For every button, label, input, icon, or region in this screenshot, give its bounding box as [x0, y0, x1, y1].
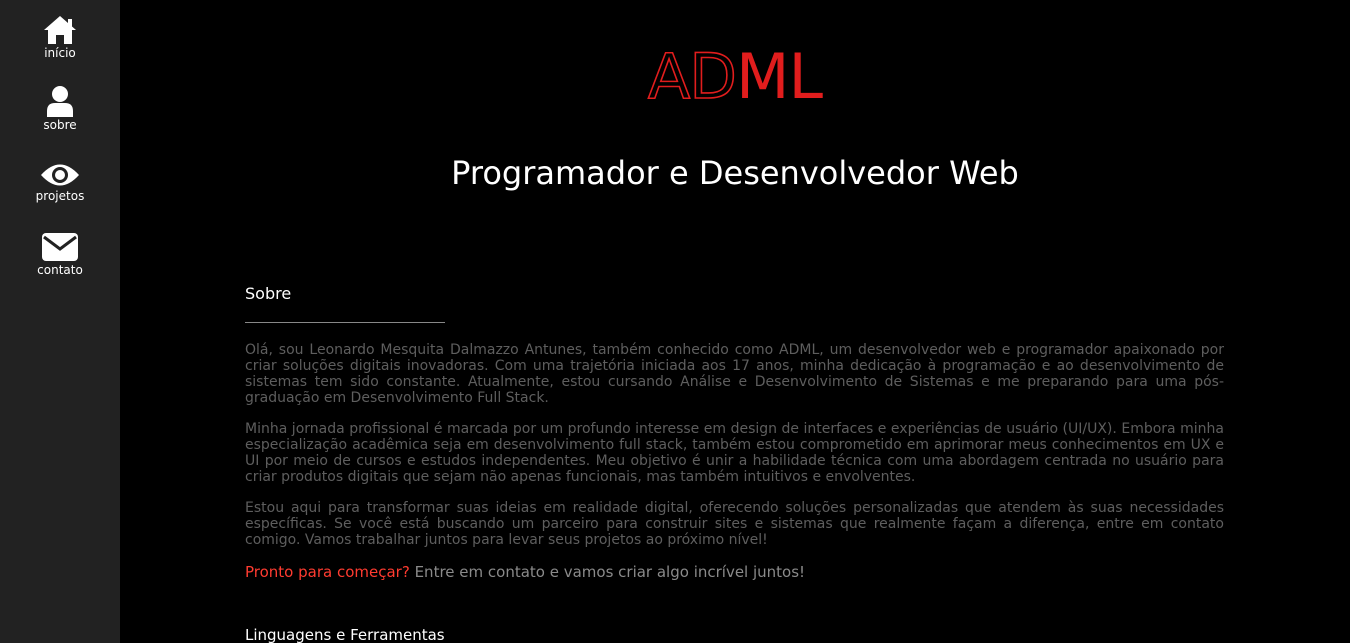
nav-item-projetos[interactable]: projetos	[0, 162, 120, 203]
logo-solid-text: ML	[736, 40, 823, 113]
nav-item-inicio[interactable]: início	[0, 15, 120, 60]
languages-section-title: Linguagens e Ferramentas	[245, 626, 445, 643]
page-subtitle: Programador e Desenvolvedor Web	[451, 154, 1019, 192]
about-section: Olá, sou Leonardo Mesquita Dalmazzo Antu…	[245, 342, 1224, 581]
section-divider	[245, 322, 445, 323]
cta-text: Entre em contato e vamos criar algo incr…	[409, 563, 806, 581]
about-paragraph-1: Olá, sou Leonardo Mesquita Dalmazzo Antu…	[245, 342, 1224, 406]
sidebar: início sobre projetos contato	[0, 0, 120, 643]
about-section-title: Sobre	[245, 284, 292, 303]
eye-icon	[0, 162, 120, 188]
logo-outline-text: AD	[647, 39, 738, 114]
nav-item-contato[interactable]: contato	[0, 232, 120, 277]
about-paragraph-2: Minha jornada profissional é marcada por…	[245, 421, 1224, 485]
call-to-action: Pronto para começar? Entre em contato e …	[245, 563, 1224, 581]
nav-label-contato: contato	[37, 263, 83, 277]
nav-label-projetos: projetos	[35, 189, 85, 203]
cta-highlight: Pronto para começar?	[245, 563, 410, 581]
logo: ADML	[120, 38, 1350, 116]
about-paragraph-3: Estou aqui para transformar suas ideias …	[245, 500, 1224, 548]
nav-label-sobre: sobre	[43, 118, 77, 132]
home-icon	[0, 15, 120, 45]
nav-label-inicio: início	[44, 46, 76, 60]
main-content: ADML Programador e Desenvolvedor Web Sob…	[120, 0, 1350, 643]
user-icon	[0, 85, 120, 117]
nav-item-sobre[interactable]: sobre	[0, 85, 120, 132]
envelope-icon	[0, 232, 120, 262]
